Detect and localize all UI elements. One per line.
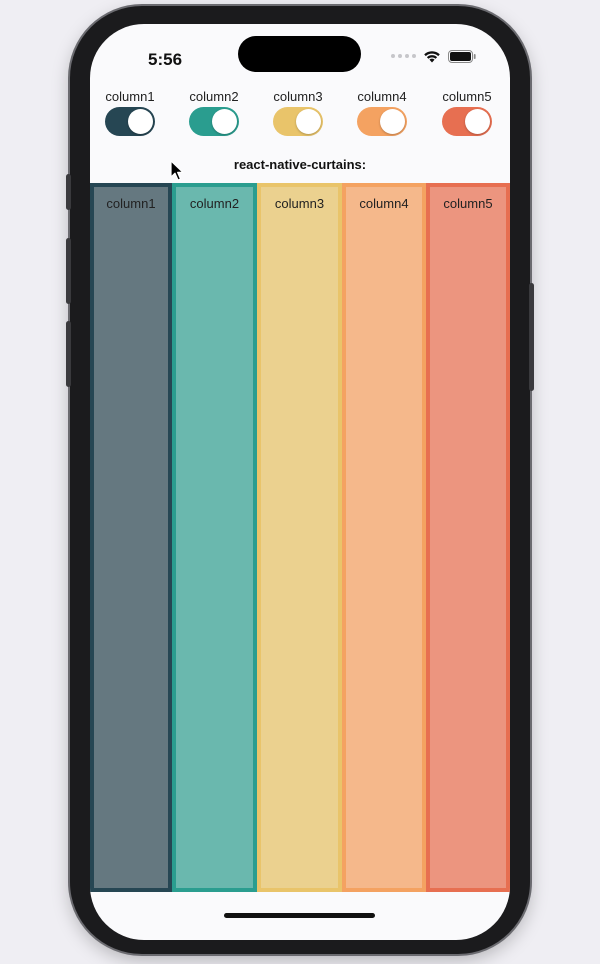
switch-knob [128,109,153,134]
mute-switch [66,174,71,210]
column-label: column1 [106,196,156,211]
cellular-signal-icon [391,54,416,58]
wifi-icon [424,51,440,63]
volume-down-button [66,321,71,387]
switch-knob [212,109,237,134]
status-icons [391,46,476,66]
home-indicator[interactable] [224,913,375,918]
toggle-label: column1 [105,89,155,104]
volume-up-button [66,238,71,304]
dynamic-island [238,36,361,72]
column5-switch[interactable] [442,107,492,136]
curtain-column5[interactable]: column5 [426,183,510,892]
toggle-item-column1: column1 [95,89,165,136]
toggle-label: column3 [273,89,323,104]
column4-switch[interactable] [357,107,407,136]
switch-knob [465,109,490,134]
curtain-column3[interactable]: column3 [257,183,342,892]
section-heading: react-native-curtains: [233,157,367,172]
curtain-column2[interactable]: column2 [172,183,257,892]
curtains-container: column1 column2 column3 column4 column5 [90,183,510,892]
column1-switch[interactable] [105,107,155,136]
status-time: 5:56 [148,50,183,69]
toggle-item-column2: column2 [179,89,249,136]
battery-icon [448,49,476,63]
column-label: column3 [274,196,325,211]
power-button [529,283,534,391]
column-label: column4 [359,196,409,211]
switch-knob [380,109,405,134]
column-label: column5 [443,196,493,211]
column3-switch[interactable] [273,107,323,136]
column2-switch[interactable] [189,107,239,136]
toggle-item-column3: column3 [263,89,333,136]
column-label: column2 [189,196,240,211]
curtain-column1[interactable]: column1 [90,183,172,892]
toggle-label: column5 [442,89,492,104]
phone-frame: 5:56 column1 column2 column3 column4 col… [66,6,534,954]
screen: 5:56 column1 column2 column3 column4 col… [90,24,510,940]
curtain-column4[interactable]: column4 [342,183,426,892]
switch-knob [296,109,321,134]
toggle-label: column2 [189,89,239,104]
toggle-item-column5: column5 [432,89,502,136]
column-toggles: column1 column2 column3 column4 column5 [90,89,510,139]
mouse-pointer-icon [170,160,184,181]
toggle-item-column4: column4 [347,89,417,136]
toggle-label: column4 [357,89,407,104]
